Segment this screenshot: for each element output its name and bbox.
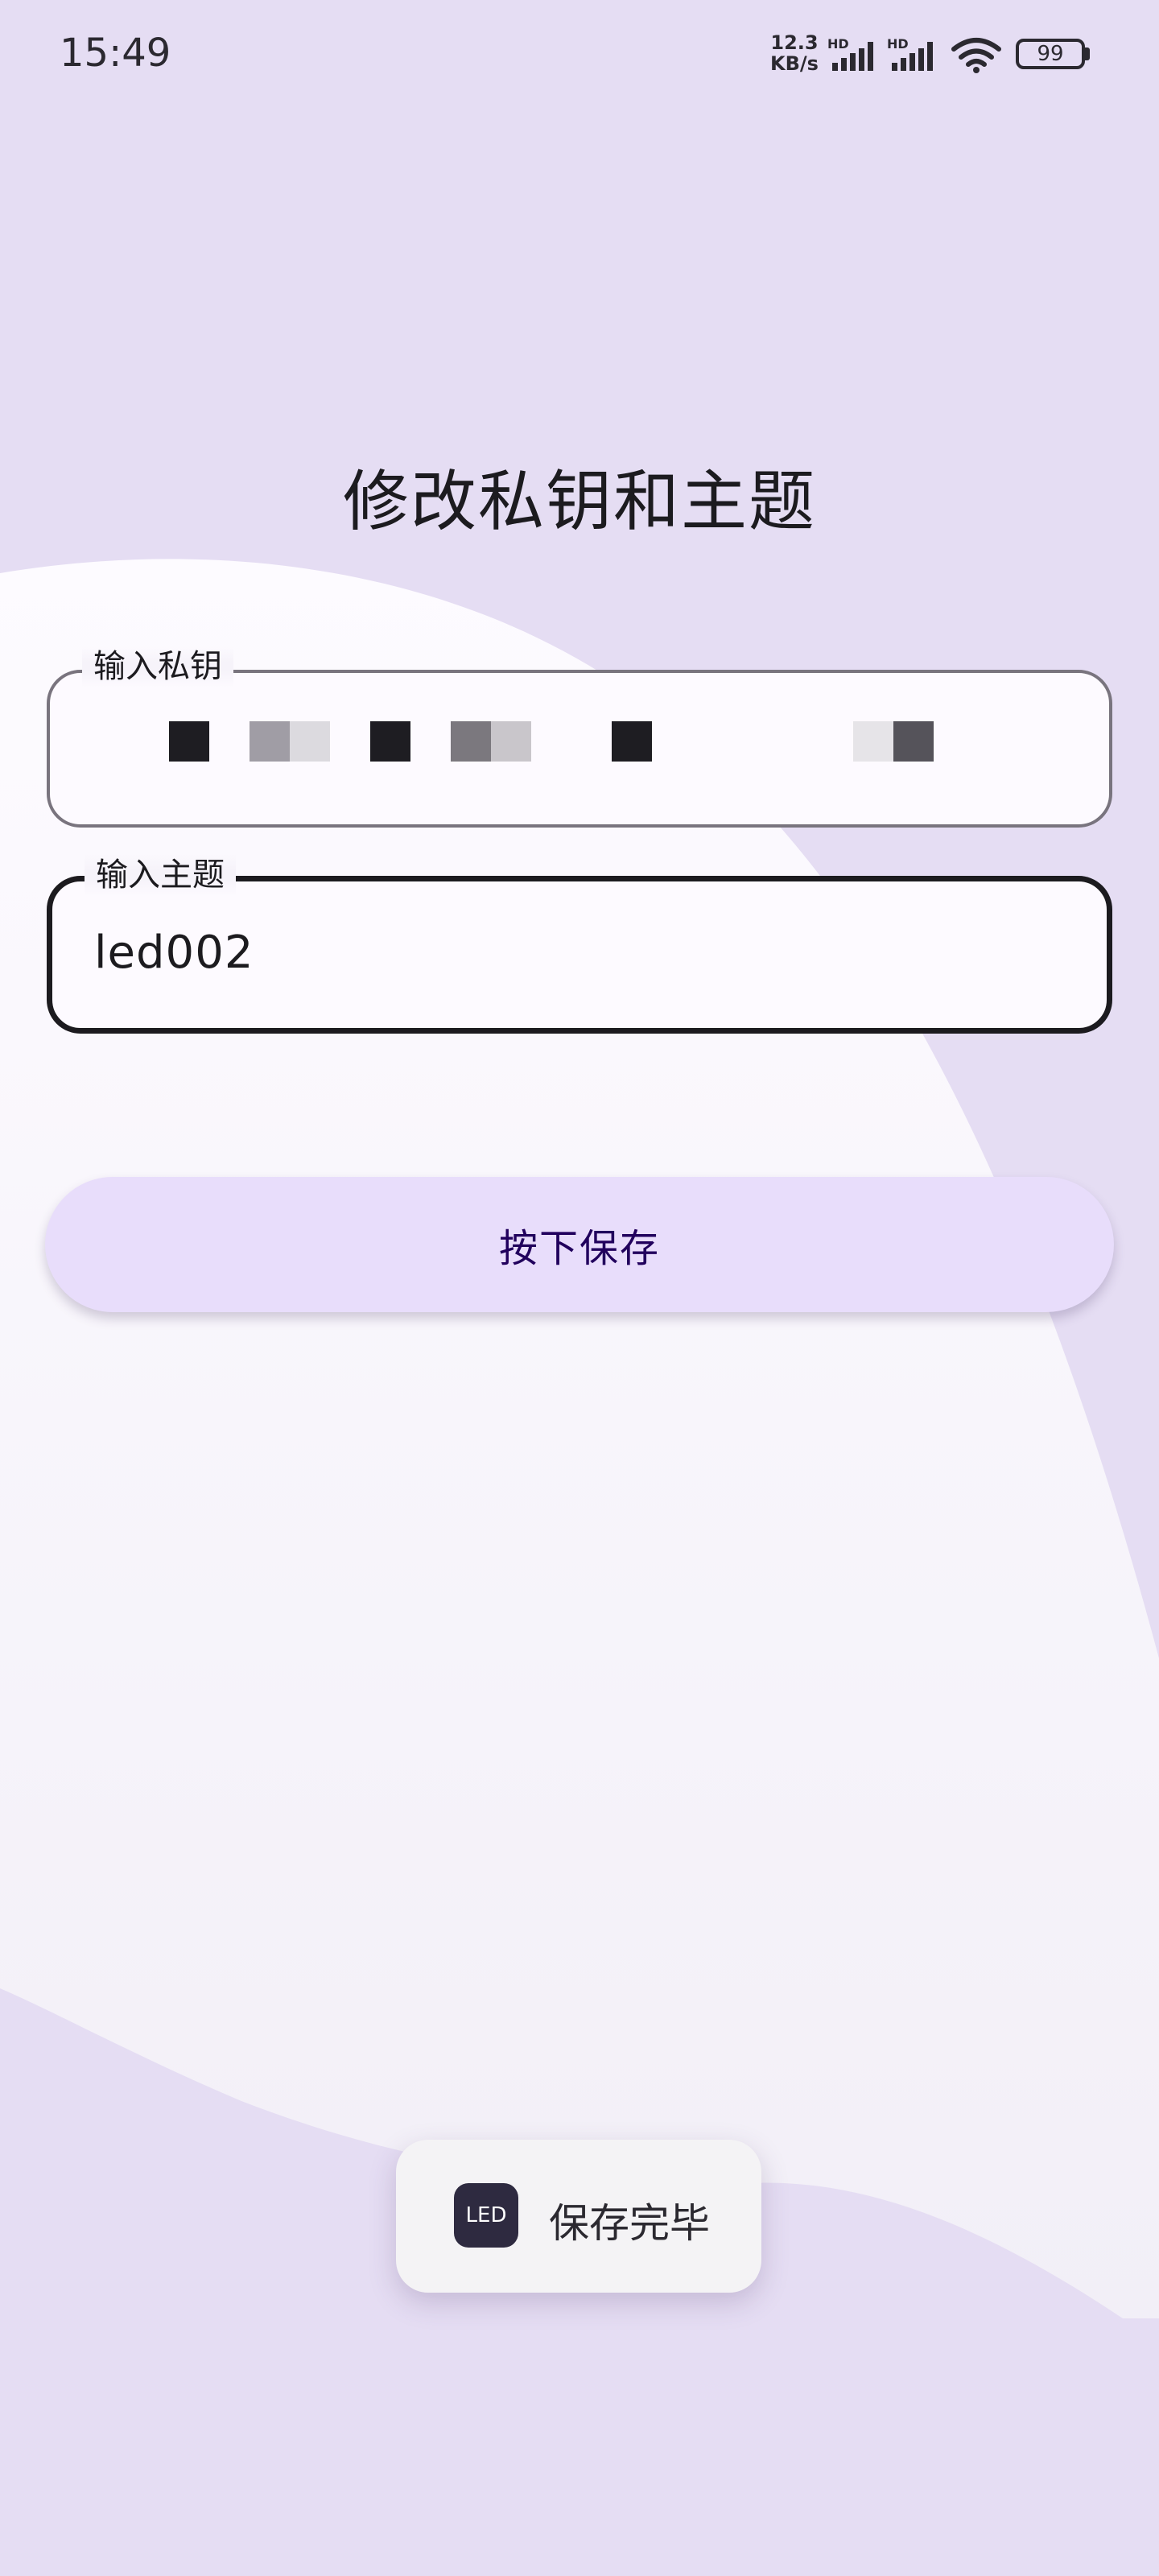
private-key-label: 输入私钥 xyxy=(82,646,233,687)
topic-input-value[interactable]: led002 xyxy=(94,927,254,979)
network-speed-unit: KB/s xyxy=(770,52,819,75)
toast-notification: LED 保存完毕 xyxy=(396,2140,761,2293)
signal-hd-badge: HD xyxy=(827,36,849,52)
signal-icon: HD xyxy=(827,36,873,71)
network-speed: 12.3 KB/s xyxy=(766,32,823,74)
save-button[interactable]: 按下保存 xyxy=(45,1177,1114,1312)
led-app-icon: LED xyxy=(454,2183,518,2248)
save-button-label: 按下保存 xyxy=(498,1226,660,1271)
topic-label: 输入主题 xyxy=(85,854,236,896)
toast-message: 保存完毕 xyxy=(549,2200,710,2247)
signal-icon: HD xyxy=(887,36,933,71)
battery-level: 99 xyxy=(1037,42,1064,66)
page-title: 修改私钥和主题 xyxy=(342,464,816,540)
battery-tip xyxy=(1085,47,1090,60)
topic-field[interactable]: 输入主题 led002 xyxy=(47,854,1112,1034)
private-key-field[interactable]: 输入私钥 xyxy=(47,646,1112,828)
wifi-icon xyxy=(951,38,1001,73)
signal-hd-badge: HD xyxy=(887,36,909,52)
status-bar: 15:49 12.3 KB/s HD HD 99 xyxy=(0,0,1159,113)
battery-icon: 99 xyxy=(1016,39,1085,69)
private-key-redacted-value xyxy=(85,721,934,765)
status-time: 15:49 xyxy=(60,31,171,76)
led-app-icon-text: LED xyxy=(465,2203,507,2227)
network-speed-value: 12.3 xyxy=(770,31,819,54)
